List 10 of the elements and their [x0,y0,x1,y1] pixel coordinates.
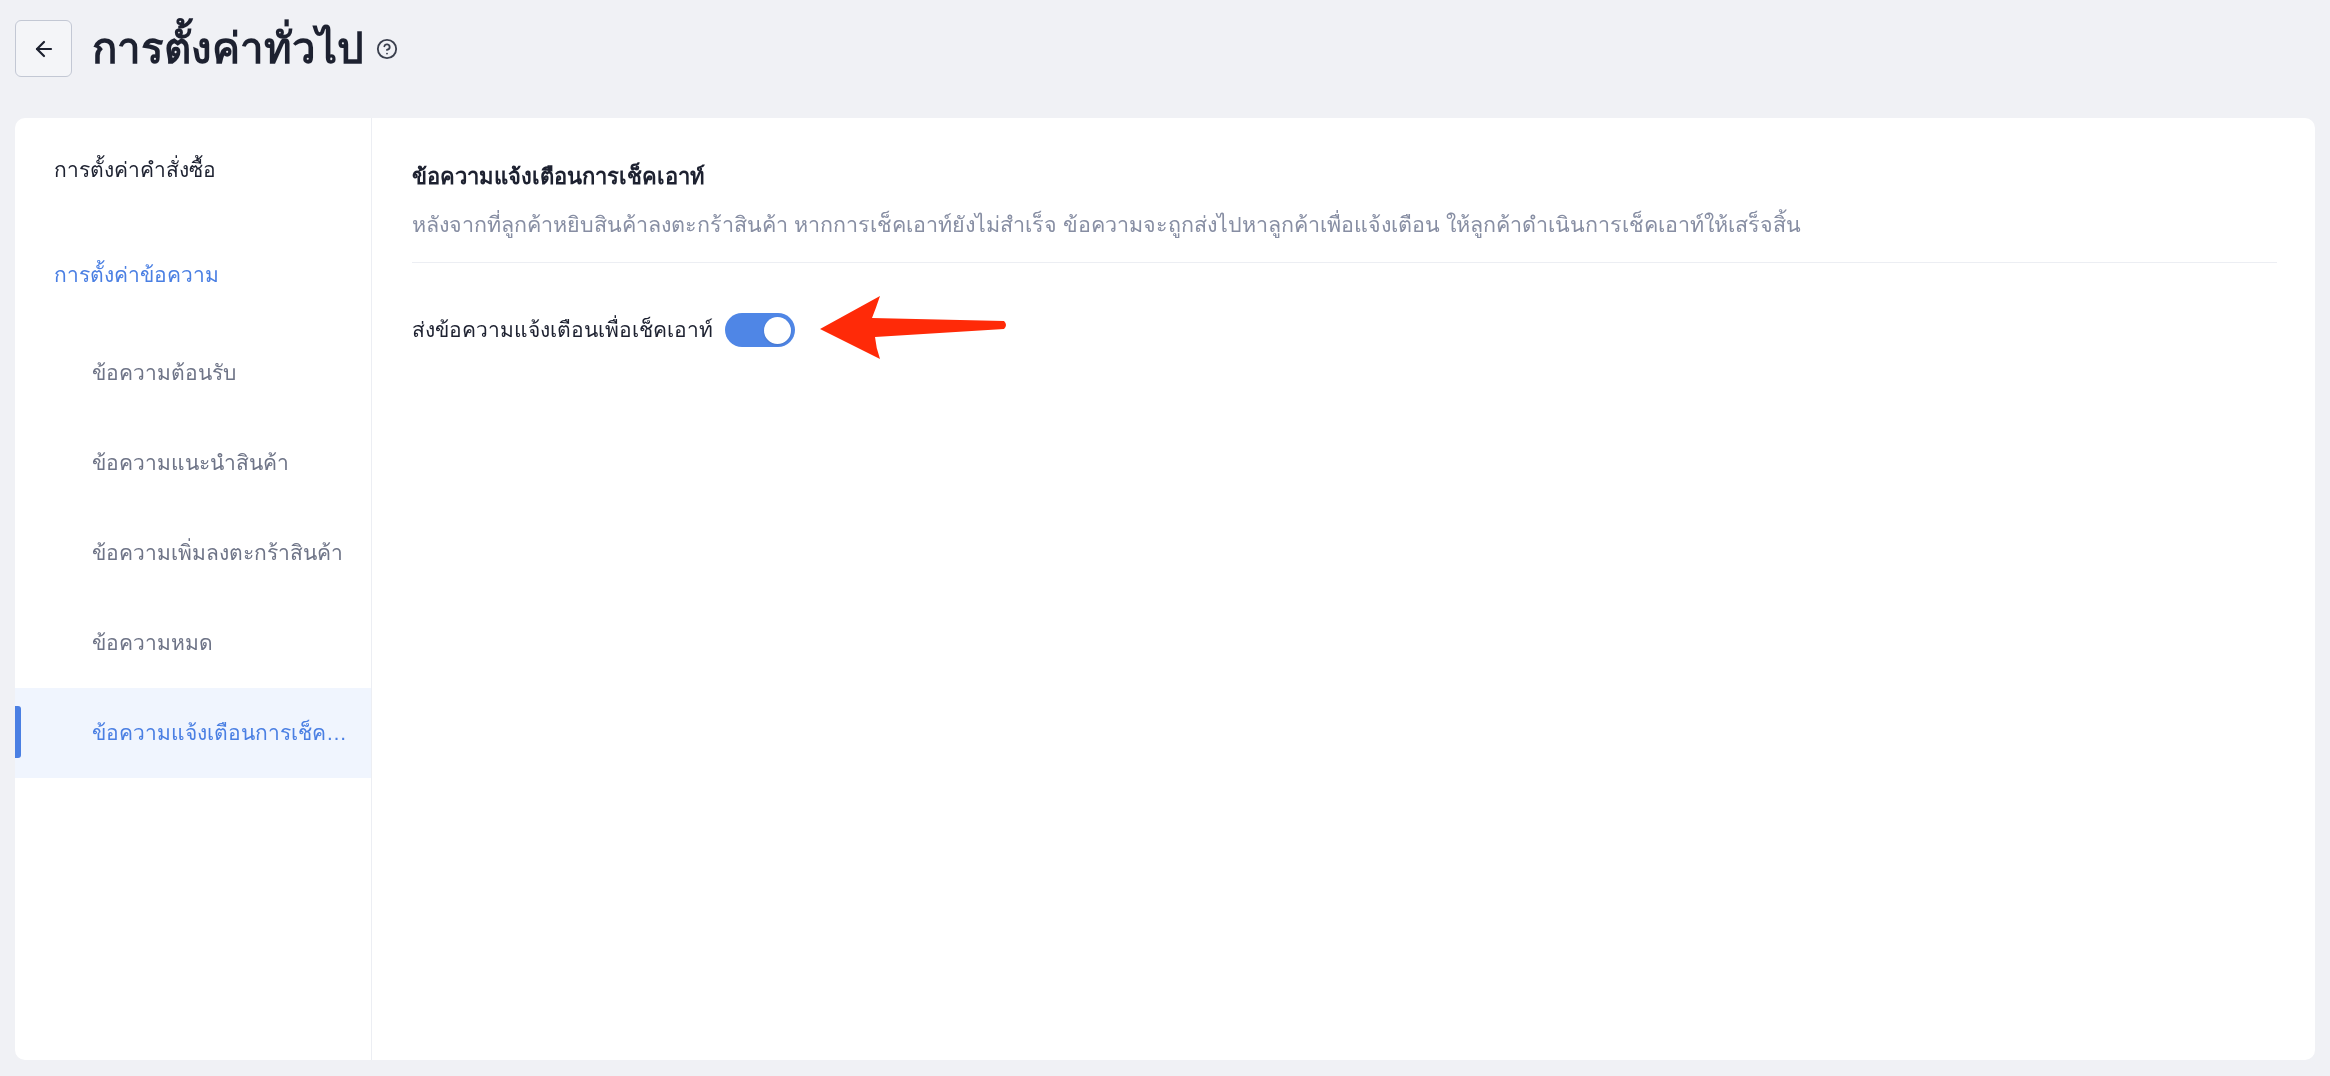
back-button[interactable] [15,20,72,77]
help-icon[interactable] [376,37,398,60]
section-description: หลังจากที่ลูกค้าหยิบสินค้าลงตะกร้าสินค้า หากการเช็คเอาท์ยังไม่สำเร็จ ข้อความจะถูกส่งไปหาลูกค้าเพื่อแจ้งเตือน ให้ลูกค้าดำเนินการเช็คเอาท์ให้เสร็จสิ้น [412,210,2277,240]
sidebar-item[interactable]: การตั้งค่าคำสั่งซื้อ [15,118,216,222]
page-title: การตั้งค่าทั่วไป [92,20,364,77]
setting-label: ส่งข้อความแจ้งเตือนเพื่อเช็คเอาท์ [412,314,713,346]
sidebar-subitem[interactable]: ข้อความแจ้งเตือนการเช็ค… [15,688,371,778]
sidebar-item[interactable]: การตั้งค่าข้อความ [15,222,219,328]
section-title: ข้อความแจ้งเตือนการเช็คเอาท์ [412,161,706,191]
toggle-switch[interactable] [725,313,795,347]
